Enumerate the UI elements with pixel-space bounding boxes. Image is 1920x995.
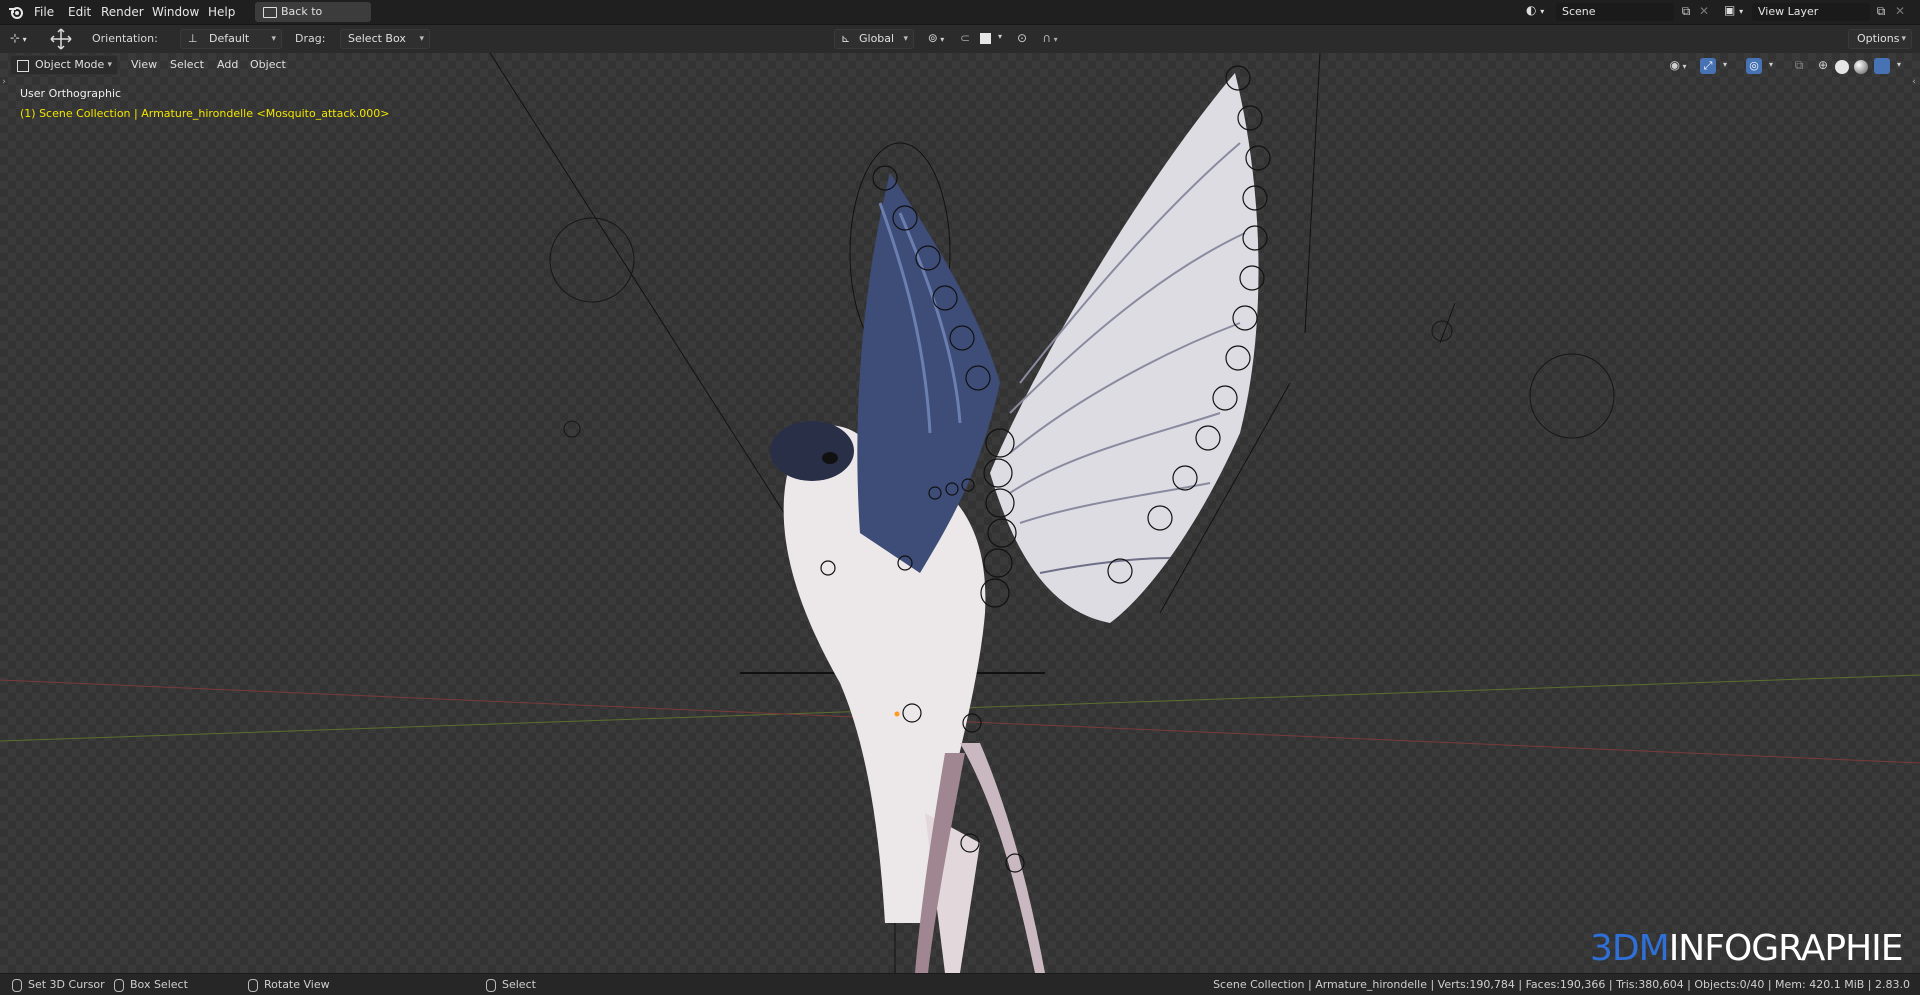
material-preview-icon[interactable] <box>1854 60 1868 74</box>
orientation-dropdown[interactable]: ⊥ Default ▾ <box>180 29 282 49</box>
global-axes-icon: ⊾ <box>841 32 851 45</box>
menu-render[interactable]: Render <box>97 4 148 20</box>
orientation-label: Orientation: <box>92 32 158 45</box>
status-set-3d-cursor-label: Set 3D Cursor <box>28 978 105 991</box>
orientation-value: Default <box>209 32 250 45</box>
scene-name-field[interactable]: Scene <box>1556 3 1674 21</box>
move-tool-icon[interactable] <box>50 28 72 50</box>
transform-orientation-dropdown[interactable]: ⊾ Global ▾ <box>834 29 914 49</box>
scene-statistics: Scene Collection | Armature_hirondelle |… <box>1213 978 1910 991</box>
screen-icon <box>263 7 277 18</box>
back-to-previous-button[interactable]: Back to Previous <box>255 2 371 38</box>
drag-value: Select Box <box>348 32 406 45</box>
overlays-dropdown-icon[interactable]: ▾ <box>1766 60 1776 69</box>
tool-settings-bar: ⊹ ▾ Orientation: ⊥ Default ▾ Drag: Selec… <box>0 25 1920 53</box>
chevron-down-icon: ▾ <box>107 60 112 70</box>
collection-info-label: (1) Scene Collection | Armature_hirondel… <box>20 107 390 120</box>
chevron-down-icon: ▾ <box>1901 34 1906 44</box>
editor-type-icon[interactable]: ⊹ ▾ <box>10 31 38 47</box>
chevron-down-icon: ▾ <box>271 34 276 44</box>
orientation-axes-icon: ⊥ <box>188 32 198 45</box>
transform-orientation-value: Global <box>859 32 895 45</box>
status-set-3d-cursor: Set 3D Cursor <box>12 978 105 992</box>
copy-scene-icon[interactable]: ⧉ <box>1678 4 1694 19</box>
menu-object[interactable]: Object <box>250 58 286 71</box>
status-rotate-view-label: Rotate View <box>264 978 330 991</box>
visibility-eye-icon[interactable]: ◉ ▾ <box>1664 58 1692 72</box>
sidebar-expand-icon[interactable]: ‹ <box>1910 77 1918 87</box>
view-layer-name-field[interactable]: View Layer <box>1752 3 1870 21</box>
pivot-point-icon[interactable]: ⊚ ▾ <box>922 31 950 45</box>
object-mode-dropdown[interactable]: Object Mode ▾ <box>10 55 118 75</box>
scene-type-icon[interactable]: ◐ ▾ <box>1526 3 1550 21</box>
mouse-right-icon <box>486 978 496 992</box>
watermark-part2: INFOGRAPHIE <box>1668 928 1904 969</box>
options-label: Options <box>1857 32 1900 45</box>
object-origin-dot <box>894 711 900 717</box>
menu-add[interactable]: Add <box>217 58 238 71</box>
close-view-layer-icon[interactable]: ✕ <box>1893 4 1907 18</box>
wireframe-shading-icon[interactable]: ⊕ <box>1815 58 1831 72</box>
options-dropdown[interactable]: Options ▾ <box>1848 29 1912 49</box>
top-menu-bar: File Edit Render Window Help Back to Pre… <box>0 0 1920 38</box>
drag-label: Drag: <box>295 32 326 45</box>
watermark-logo: 3DMINFOGRAPHIE <box>1590 931 1903 967</box>
chevron-down-icon: ▾ <box>903 34 908 44</box>
falloff-curve-icon[interactable]: ∩ ▾ <box>1036 31 1064 45</box>
viewport-scene <box>0 53 1920 973</box>
menu-file[interactable]: File <box>30 4 58 20</box>
mouse-left-icon <box>12 978 22 992</box>
xray-toggle-icon[interactable]: ⧉ <box>1791 58 1807 73</box>
solid-shading-icon[interactable] <box>1835 60 1849 74</box>
close-scene-icon[interactable]: ✕ <box>1697 4 1711 18</box>
gizmo-dropdown-icon[interactable]: ▾ <box>1720 60 1730 69</box>
view-layer-type-icon[interactable]: ▣ ▾ <box>1724 3 1748 21</box>
snap-icon[interactable]: ⊂ <box>956 31 974 45</box>
snap-dropdown-icon[interactable]: ▾ <box>995 32 1005 41</box>
status-box-select-label: Box Select <box>130 978 188 991</box>
object-mode-icon <box>17 60 29 72</box>
view-layer-name-value: View Layer <box>1758 5 1819 18</box>
status-select: Select <box>486 978 536 992</box>
proportional-editing-icon[interactable]: ⊙ <box>1014 31 1030 45</box>
drag-dropdown[interactable]: Select Box ▾ <box>340 29 430 49</box>
watermark-part1: 3DM <box>1590 928 1670 969</box>
view-name-label: User Orthographic <box>20 87 122 100</box>
menu-window[interactable]: Window <box>148 4 203 20</box>
mouse-drag-icon <box>114 978 124 992</box>
status-select-label: Select <box>502 978 536 991</box>
status-box-select: Box Select <box>114 978 188 992</box>
menu-view[interactable]: View <box>131 58 157 71</box>
overlays-icon[interactable]: ◎ <box>1746 58 1762 74</box>
mouse-middle-icon <box>248 978 258 992</box>
menu-help[interactable]: Help <box>204 4 239 20</box>
status-rotate-view: Rotate View <box>248 978 330 992</box>
copy-view-layer-icon[interactable]: ⧉ <box>1873 4 1889 19</box>
snap-target-icon[interactable] <box>980 33 991 44</box>
status-bar: Set 3D Cursor Box Select Rotate View Sel… <box>0 973 1920 995</box>
shading-dropdown-icon[interactable]: ▾ <box>1894 60 1904 69</box>
chevron-down-icon: ▾ <box>419 34 424 44</box>
blender-logo-icon[interactable] <box>8 4 24 20</box>
gizmo-toggle-icon[interactable]: ⤢ <box>1700 58 1716 74</box>
menu-select[interactable]: Select <box>170 58 204 71</box>
3d-viewport[interactable]: Object Mode ▾ View Select Add Object ◉ ▾… <box>0 53 1920 973</box>
object-mode-value: Object Mode <box>35 58 105 71</box>
rendered-shading-icon[interactable] <box>1874 58 1890 74</box>
scene-name-value: Scene <box>1562 5 1596 18</box>
toolbar-expand-icon[interactable]: › <box>0 77 8 87</box>
menu-edit[interactable]: Edit <box>64 4 95 20</box>
